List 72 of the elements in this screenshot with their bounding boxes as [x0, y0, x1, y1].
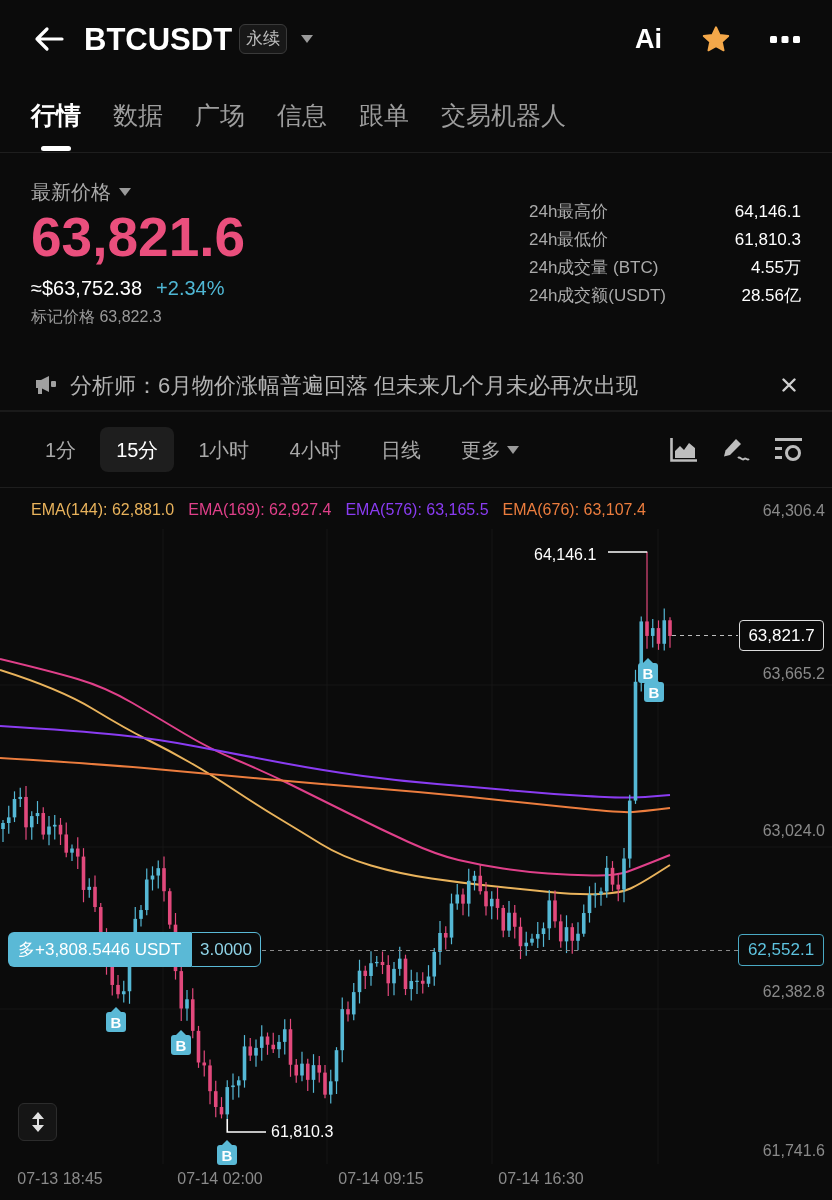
entry-price-tag: 62,552.1: [738, 934, 824, 966]
pen-icon: [722, 436, 750, 463]
interval-tab[interactable]: 1分: [29, 427, 93, 472]
high-price-label: 64,146.1: [534, 545, 597, 565]
symbol-dropdown-button[interactable]: [301, 35, 314, 43]
price-type-selector[interactable]: 最新价格: [31, 180, 246, 204]
interval-tab[interactable]: 4小时: [273, 427, 357, 472]
leader-line: [607, 551, 649, 553]
stat-label: 24h最低价: [529, 229, 609, 252]
favorite-button[interactable]: [702, 25, 730, 53]
stat-value: 64,146.1: [734, 201, 801, 224]
drawing-tools-button[interactable]: [722, 436, 750, 463]
megaphone-icon: [35, 375, 57, 395]
chart-type-button[interactable]: [670, 437, 697, 462]
stat-label: 24h成交量 (BTC): [529, 257, 659, 280]
price-axis-label: 63,024.0: [762, 821, 825, 841]
price-axis-label: 61,741.6: [762, 1141, 825, 1161]
indicator-legend: EMA(676): 63,107.4: [502, 500, 646, 520]
interval-tab[interactable]: 1小时: [182, 427, 266, 472]
time-axis-label: 07-14 16:30: [497, 1169, 585, 1189]
price-axis-label: 62,382.8: [762, 982, 825, 1002]
star-icon: [702, 25, 730, 53]
low-price-label: 61,810.3: [271, 1122, 334, 1142]
settings-icon: [775, 437, 802, 462]
caret-icon: [301, 35, 314, 43]
area-chart-icon: [670, 437, 697, 462]
time-axis-label: 07-14 02:00: [176, 1169, 264, 1189]
expand-button[interactable]: [18, 1103, 57, 1141]
last-price-tag: 63,821.7: [739, 620, 824, 651]
price-axis-label: 63,665.2: [762, 664, 825, 684]
back-arrow-icon: [34, 26, 64, 52]
stat-value: 28.56亿: [741, 285, 801, 308]
tab[interactable]: 交易机器人: [441, 99, 566, 151]
tab[interactable]: 信息: [277, 99, 327, 151]
more-button[interactable]: [770, 35, 800, 43]
active-tab-indicator: [41, 146, 71, 151]
ai-button[interactable]: Ai: [635, 25, 662, 53]
close-icon: [782, 378, 796, 392]
more-icon: [770, 35, 800, 43]
usd-price: ≈$63,752.38: [31, 276, 143, 301]
tab[interactable]: 数据: [113, 99, 163, 151]
interval-tab[interactable]: 日线: [364, 427, 437, 472]
tab[interactable]: 跟单: [359, 99, 409, 151]
indicator-legend: EMA(144): 62,881.0: [31, 500, 175, 520]
mark-price: 标记价格 63,822.3: [31, 307, 163, 327]
leader-line: [226, 1118, 267, 1133]
close-button[interactable]: [782, 378, 796, 392]
contract-type-tag: 永续: [239, 24, 288, 54]
time-axis-label: 07-14 09:15: [337, 1169, 425, 1189]
more-intervals-dropdown[interactable]: 更多: [444, 427, 535, 472]
tab[interactable]: 行情: [31, 99, 81, 151]
stat-label: 24h最高价: [529, 201, 609, 224]
last-price: 63,821.6: [31, 207, 246, 267]
chart-settings-button[interactable]: [775, 437, 802, 462]
price-axis-label: 64,306.4: [762, 501, 825, 521]
caret-icon: [506, 445, 519, 454]
stat-value: 4.55万: [750, 257, 801, 280]
indicator-legend: EMA(169): 62,927.4: [188, 500, 332, 520]
stat-label: 24h成交额(USDT): [529, 285, 666, 308]
back-button[interactable]: [34, 26, 64, 52]
stat-value: 61,810.3: [734, 229, 801, 252]
news-ticker-text[interactable]: 分析师：6月物价涨幅普遍回落 但未来几个月未必再次出现: [70, 368, 639, 402]
symbol-title: BTCUSDT: [84, 23, 233, 55]
interval-tab[interactable]: 15分: [100, 427, 175, 472]
up-down-arrow-icon: [30, 1111, 45, 1133]
indicator-legend: EMA(576): 63,165.5: [345, 500, 489, 520]
position-size-tag: 3.0000: [191, 932, 261, 967]
price-change: +2.34%: [156, 276, 225, 301]
last-price-line: [671, 635, 739, 636]
time-axis-label: 07-13 18:45: [16, 1169, 104, 1189]
tab[interactable]: 广场: [195, 99, 245, 151]
caret-icon: [119, 188, 131, 196]
